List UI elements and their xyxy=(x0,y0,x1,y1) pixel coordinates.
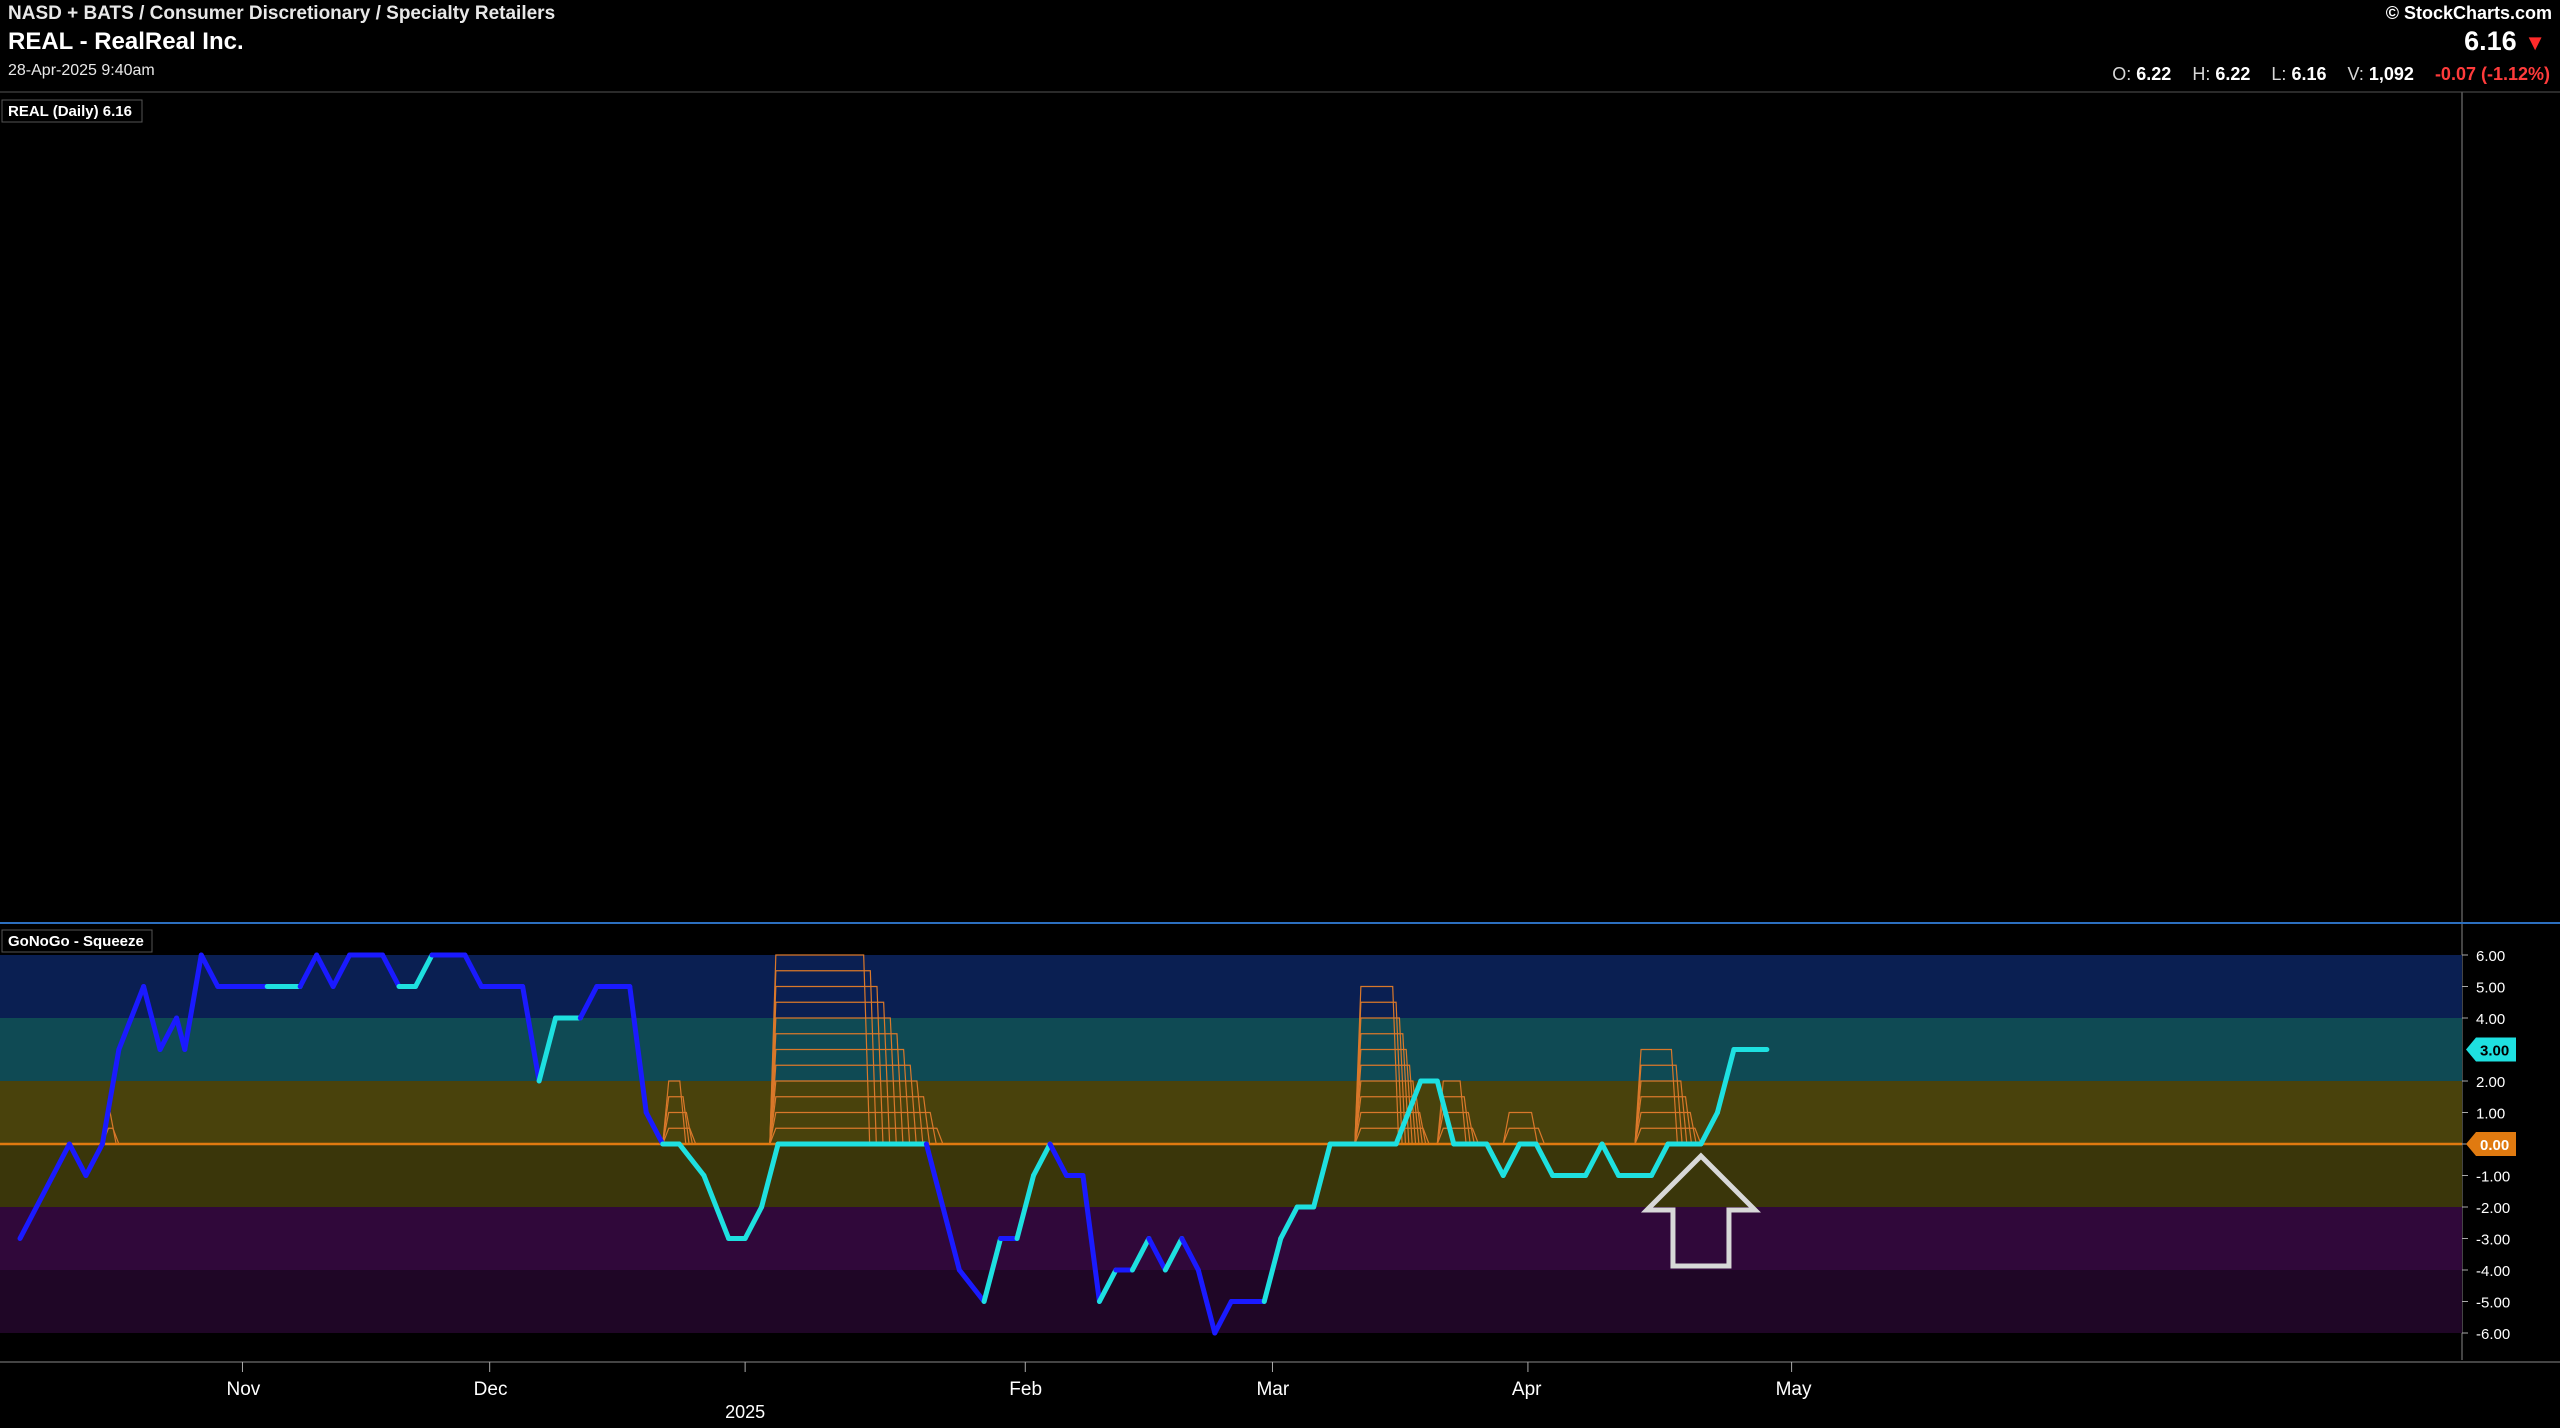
x-axis-label: Feb xyxy=(1009,1379,1042,1400)
x-axis-label: Nov xyxy=(226,1379,260,1400)
oscillator-tick-label: -1.00 xyxy=(2476,1169,2510,1186)
oscillator-tick-label: -6.00 xyxy=(2476,1326,2510,1343)
oscillator-current-value: 3.00 xyxy=(2480,1043,2509,1060)
oscillator-tick-label: 6.00 xyxy=(2476,948,2505,965)
oscillator-zero-value: 0.00 xyxy=(2480,1137,2509,1154)
chart-canvas: 10.007.505.006.005.004.002.001.00-1.00-2… xyxy=(0,91,2560,1422)
x-axis-label: May xyxy=(1776,1379,1812,1400)
oscillator-tick-label: 1.00 xyxy=(2476,1106,2505,1123)
oscillator-band xyxy=(0,1207,2462,1270)
oscillator-band xyxy=(0,1144,2462,1207)
x-axis-label: Dec xyxy=(474,1379,508,1400)
oscillator-band xyxy=(0,1081,2462,1144)
oscillator-band xyxy=(0,955,2462,1018)
x-axis-label: Apr xyxy=(1512,1379,1542,1400)
oscillator-tick-label: -2.00 xyxy=(2476,1200,2510,1217)
oscillator-tick-label: 5.00 xyxy=(2476,980,2505,997)
oscillator-tick-label: 2.00 xyxy=(2476,1074,2505,1091)
oscillator-title: GoNoGo - Squeeze xyxy=(8,933,144,950)
oscillator-tick-label: -3.00 xyxy=(2476,1232,2510,1249)
oscillator-tick-label: 4.00 xyxy=(2476,1011,2505,1028)
oscillator-tick-label: -5.00 xyxy=(2476,1295,2510,1312)
oscillator-band xyxy=(0,1018,2462,1081)
x-axis-label: Mar xyxy=(1256,1379,1289,1400)
oscillator-tick-label: -4.00 xyxy=(2476,1263,2510,1280)
x-axis-year-label: 2025 xyxy=(725,1402,765,1422)
price-legend: REAL (Daily) 6.16 xyxy=(8,103,132,120)
